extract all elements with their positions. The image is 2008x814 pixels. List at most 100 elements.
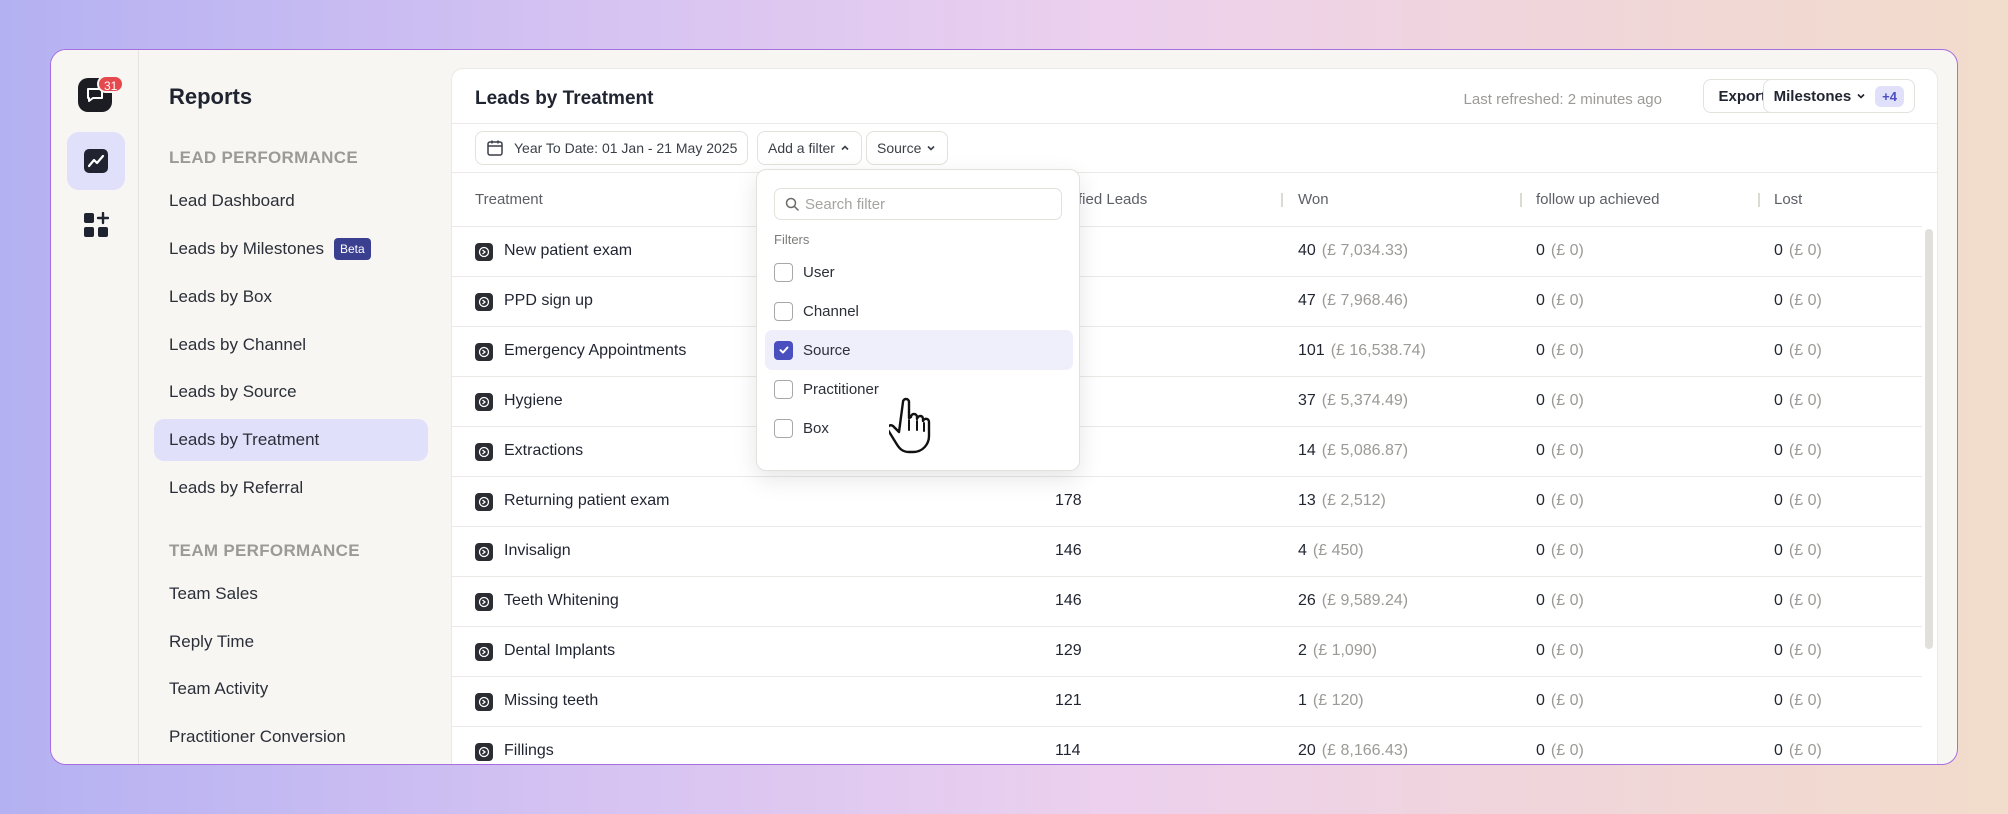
filter-option-label: Box [803, 419, 829, 437]
treatment-icon [475, 293, 493, 311]
won-value: (£ 7,968.46) [1321, 292, 1409, 309]
treatment-name[interactable]: Teeth Whitening [504, 592, 619, 610]
add-filter-button[interactable]: Add a filter [757, 131, 862, 165]
sidebar-item-lead-dashboard[interactable]: Lead Dashboard [154, 180, 428, 222]
apps-nav-button[interactable] [67, 196, 125, 254]
treatment-name[interactable]: New patient exam [504, 242, 632, 260]
milestones-dropdown[interactable]: Milestones +4 [1762, 79, 1915, 113]
table-row[interactable]: PPD sign up447(£ 7,968.46)0(£ 0)0(£ 0) [452, 277, 1922, 327]
sidebar-item-label: Leads by Milestones [169, 239, 324, 258]
sidebar-item-label: Team Activity [169, 679, 269, 698]
follow-up-count: 0 [1536, 492, 1545, 509]
table-row[interactable]: New patient exam240(£ 7,034.33)0(£ 0)0(£… [452, 227, 1922, 277]
column-divider[interactable] [1758, 193, 1760, 207]
sidebar-item-leads-by-treatment[interactable]: Leads by Treatment [154, 419, 428, 461]
column-follow-up-achieved[interactable]: follow up achieved [1536, 191, 1659, 208]
treatment-icon [475, 243, 493, 261]
date-range-filter[interactable]: Year To Date: 01 Jan - 21 May 2025 [475, 131, 749, 165]
table-row[interactable]: Fillings 114 20 (£ 8,166.43) 0 (£ 0) 0 (£ 0) [452, 727, 1922, 764]
won-cell: 2 (£ 1,090) [1298, 642, 1377, 660]
lost-cell: 0 (£ 0) [1774, 642, 1822, 660]
reports-nav-button[interactable] [67, 132, 125, 190]
follow-up-cell: 0 (£ 0) [1536, 292, 1584, 310]
treatment-name[interactable]: Extractions [504, 442, 583, 460]
table-row[interactable]: Teeth Whitening 146 26 (£ 9,589.24) 0 (£ 0) 0 (… [452, 577, 1922, 627]
won-cell: 13 (£ 2,512) [1298, 492, 1386, 510]
won-cell: 4 (£ 450) [1298, 542, 1364, 560]
treatment-name[interactable]: Dental Implants [504, 642, 615, 660]
treatment-name[interactable]: Returning patient exam [504, 492, 669, 510]
won-value: (£ 1,090) [1312, 642, 1377, 659]
won-count: 13 [1298, 492, 1316, 509]
table-row[interactable]: Hygiene937(£ 5,374.49)0(£ 0)0(£ 0) [452, 377, 1922, 427]
chevron-down-icon [1857, 93, 1865, 99]
follow-up-value: (£ 0) [1550, 592, 1584, 609]
filter-option-label: Practitioner [803, 380, 879, 398]
search-icon [785, 197, 799, 211]
chevron-down-icon [927, 145, 935, 151]
lost-cell: 0 (£ 0) [1774, 592, 1822, 610]
checkbox[interactable] [774, 340, 793, 360]
follow-up-value: (£ 0) [1550, 442, 1584, 459]
search-filter-box[interactable] [774, 188, 1062, 220]
column-treatment[interactable]: Treatment [475, 191, 543, 208]
checkbox[interactable] [774, 301, 793, 321]
follow-up-count: 0 [1536, 742, 1545, 759]
table-row[interactable]: Returning patient exam 178 13 (£ 2,512) 0 (£ … [452, 477, 1922, 527]
won-value: (£ 7,034.33) [1321, 242, 1409, 259]
sidebar-item-leads-by-channel[interactable]: Leads by Channel [154, 324, 428, 366]
checkbox[interactable] [774, 418, 793, 438]
table-row[interactable]: Invisalign 146 4 (£ 450) 0 (£ 0) 0 (£ 0) [452, 527, 1922, 577]
lost-count: 0 [1774, 542, 1783, 559]
checkbox[interactable] [774, 262, 793, 282]
filter-option-label: User [803, 263, 835, 281]
table-scrollbar[interactable] [1925, 229, 1933, 649]
treatment-icon [475, 593, 493, 611]
lost-cell: 0 (£ 0) [1774, 542, 1822, 560]
treatment-icon [475, 743, 493, 761]
sidebar-item-practitioner-conversion[interactable]: Practitioner Conversion [154, 716, 428, 758]
follow-up-cell: 0 (£ 0) [1536, 542, 1584, 560]
won-cell: 101 (£ 16,538.74) [1298, 342, 1426, 360]
sidebar-item-leads-by-referral[interactable]: Leads by Referral [154, 467, 428, 509]
app-window: 31 Reports LEAD PERFORMANCE Lead Dashboa… [50, 49, 1958, 765]
treatment-name[interactable]: Invisalign [504, 542, 571, 560]
filter-option-channel[interactable]: Channel [765, 291, 1073, 331]
sidebar-item-leads-by-box[interactable]: Leads by Box [154, 276, 428, 318]
follow-up-value: (£ 0) [1550, 342, 1584, 359]
treatment-name[interactable]: Hygiene [504, 392, 563, 410]
trend-chart-icon [84, 149, 108, 173]
treatment-name[interactable]: Missing teeth [504, 692, 598, 710]
sidebar-item-leads-by-milestones[interactable]: Leads by Milestones Beta [154, 228, 428, 270]
lost-value: (£ 0) [1788, 492, 1822, 509]
sidebar-item-leads-by-source[interactable]: Leads by Source [154, 371, 428, 413]
treatment-name[interactable]: PPD sign up [504, 292, 593, 310]
table-row[interactable]: Dental Implants 129 2 (£ 1,090) 0 (£ 0) 0 (£ 0) [452, 627, 1922, 677]
filter-option-user[interactable]: User [765, 252, 1073, 292]
qualified-leads-value: 129 [1055, 642, 1082, 659]
lost-cell: 0 (£ 0) [1774, 692, 1822, 710]
column-divider[interactable] [1520, 193, 1522, 207]
table-row[interactable]: Extractions514(£ 5,086.87)0(£ 0)0(£ 0) [452, 427, 1922, 477]
add-filter-label: Add a filter [768, 140, 835, 156]
lost-count: 0 [1774, 292, 1783, 309]
table-row[interactable]: Emergency Appointments3101(£ 16,538.74)0… [452, 327, 1922, 377]
table-row[interactable]: Missing teeth 121 1 (£ 120) 0 (£ 0) 0 (£ 0) [452, 677, 1922, 727]
sidebar-item-team-activity[interactable]: Team Activity [154, 668, 428, 710]
won-value: (£ 16,538.74) [1330, 342, 1426, 359]
sidebar-item-team-sales[interactable]: Team Sales [154, 573, 428, 615]
column-won[interactable]: Won [1298, 191, 1329, 208]
treatment-name[interactable]: Emergency Appointments [504, 342, 686, 360]
sidebar-item-reply-time[interactable]: Reply Time [154, 621, 428, 663]
grid-plus-icon [84, 212, 109, 237]
filter-option-source[interactable]: Source [765, 330, 1073, 370]
treatment-name[interactable]: Fillings [504, 742, 554, 760]
lost-count: 0 [1774, 642, 1783, 659]
search-filter-input[interactable] [805, 195, 1045, 213]
column-divider[interactable] [1281, 193, 1283, 207]
treatment-icon [475, 343, 493, 361]
won-count: 40 [1298, 242, 1316, 259]
checkbox[interactable] [774, 379, 793, 399]
column-lost[interactable]: Lost [1774, 191, 1802, 208]
source-filter-chip[interactable]: Source [866, 131, 949, 165]
